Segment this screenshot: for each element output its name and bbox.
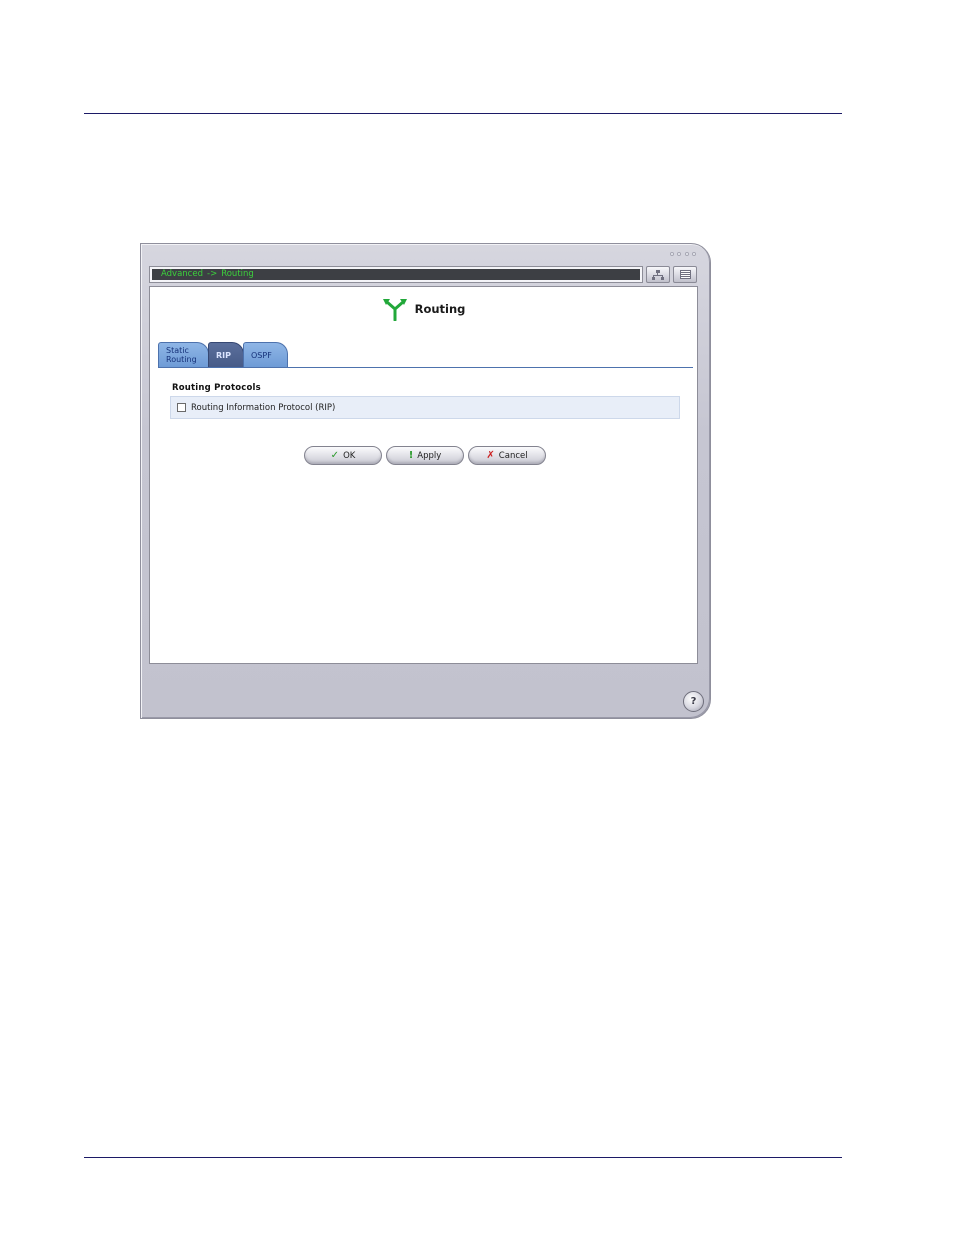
section-title: Routing Protocols (172, 383, 261, 393)
cancel-button-label: Cancel (498, 450, 528, 461)
tab-label: Routing (166, 355, 197, 364)
help-button[interactable]: ? (683, 691, 704, 712)
page-bottom-rule (84, 1157, 842, 1158)
ok-button[interactable]: ✓ OK (304, 446, 382, 465)
action-buttons: ✓ OK ! Apply ✗ Cancel (304, 446, 550, 465)
tab-divider (158, 367, 693, 368)
sitemap-icon (652, 269, 664, 280)
rip-option-row: Routing Information Protocol (RIP) (170, 396, 680, 419)
rip-checkbox-label[interactable]: Routing Information Protocol (RIP) (191, 403, 335, 413)
grip-dot (684, 252, 689, 256)
breadcrumb-parent[interactable]: Advanced (161, 269, 203, 279)
x-icon: ✗ (486, 450, 495, 461)
tab-rip[interactable]: RIP (208, 342, 244, 367)
tab-label: OSPF (251, 351, 272, 360)
page-top-rule (84, 113, 842, 114)
grip-dot (670, 252, 674, 256)
breadcrumb-current: Routing (221, 269, 254, 279)
tab-label: RIP (216, 351, 231, 360)
content-panel: Routing Static Routing RIP OSPF Routing … (149, 286, 698, 664)
ok-button-label: OK (343, 450, 356, 461)
router-config-window: Advanced -> Routing Routing Static Routi… (140, 243, 711, 719)
checkmark-icon: ✓ (330, 450, 340, 461)
tab-label: Static (166, 346, 189, 355)
exclamation-icon: ! (408, 450, 414, 461)
tab-ospf[interactable]: OSPF (243, 342, 288, 367)
apply-button[interactable]: ! Apply (386, 446, 464, 465)
breadcrumb: Advanced -> Routing (149, 266, 643, 283)
grip-dot (691, 252, 696, 256)
menu-icon (679, 270, 691, 279)
help-icon: ? (690, 696, 697, 707)
tab-bar: Static Routing RIP OSPF (158, 342, 288, 368)
cancel-button[interactable]: ✗ Cancel (468, 446, 546, 465)
rip-checkbox[interactable] (177, 403, 186, 412)
page-header: Routing (150, 297, 697, 321)
tab-static-routing[interactable]: Static Routing (158, 342, 209, 367)
menu-button[interactable] (673, 266, 697, 283)
page-title: Routing (414, 302, 466, 316)
breadcrumb-separator: -> (207, 269, 218, 279)
window-grip[interactable] (670, 252, 696, 258)
apply-button-label: Apply (417, 450, 442, 461)
grip-dot (677, 252, 682, 256)
routing-arrows-icon (382, 299, 407, 321)
sitemap-button[interactable] (646, 266, 670, 283)
